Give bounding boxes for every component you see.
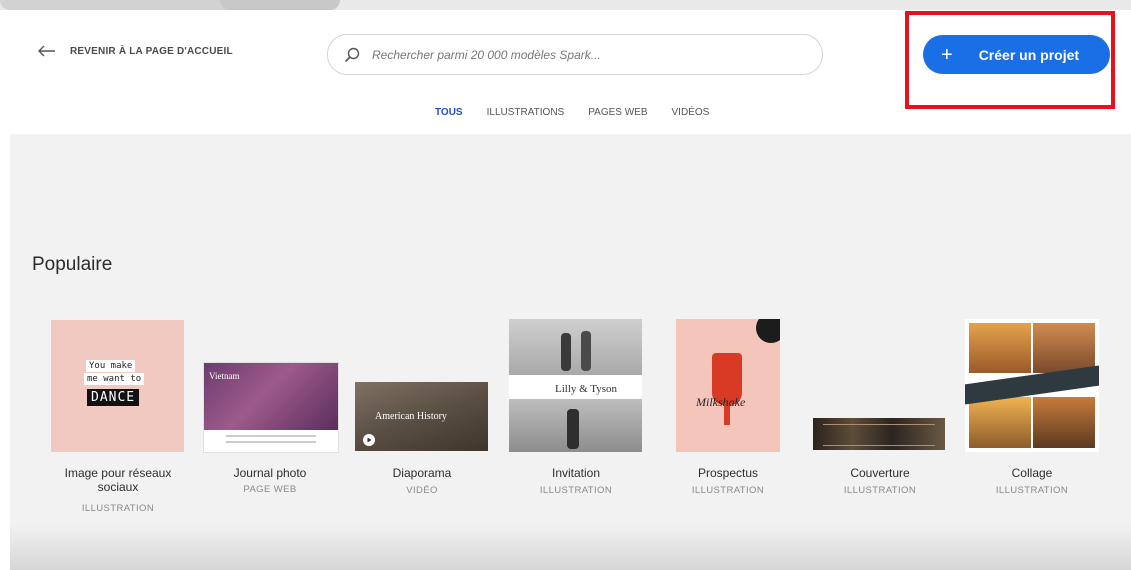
bottom-fade: [10, 524, 1131, 570]
thumb-text-line: Vietnam: [209, 371, 240, 381]
template-type: ILLUSTRATION: [81, 503, 155, 514]
template-type: PAGE WEB: [243, 484, 297, 495]
template-title: Journal photo: [233, 466, 307, 480]
back-link-label: REVENIR À LA PAGE D'ACCUEIL: [70, 45, 233, 57]
template-card-social-image[interactable]: You make me want to DANCE Image pour rés…: [50, 320, 186, 520]
template-thumbnail: Lilly & Tyson: [509, 319, 642, 452]
figure-silhouette: [561, 333, 571, 371]
template-card-invitation[interactable]: Lilly & Tyson Invitation ILLUSTRATION: [509, 319, 643, 499]
template-thumbnail: [813, 418, 945, 450]
badge-shape: [756, 319, 780, 343]
template-title: Collage: [1011, 466, 1053, 480]
browser-tab-ghost: [220, 0, 340, 10]
template-card-collage[interactable]: Collage ILLUSTRATION: [965, 319, 1099, 499]
figure-silhouette: [567, 409, 579, 449]
back-to-home-link[interactable]: REVENIR À LA PAGE D'ACCUEIL: [38, 45, 233, 57]
template-card-slideshow[interactable]: American History Diaporama VIDÉO: [355, 382, 489, 496]
search-input[interactable]: [370, 46, 794, 63]
template-thumbnail: Milkshake: [676, 319, 780, 452]
thumb-text-line: American History: [375, 411, 447, 422]
template-title: Prospectus: [697, 466, 759, 480]
template-type: ILLUSTRATION: [995, 485, 1069, 496]
collage-tile: [1033, 323, 1095, 373]
template-title: Invitation: [551, 466, 601, 480]
text-line-placeholder: [226, 441, 316, 443]
template-type: ILLUSTRATION: [843, 485, 917, 496]
template-card-flyer[interactable]: Milkshake Prospectus ILLUSTRATION: [676, 319, 784, 499]
play-icon: [363, 434, 375, 446]
collage-tile: [1033, 397, 1095, 448]
thumb-text-line: You make: [86, 360, 136, 372]
collage-tile: [969, 323, 1031, 373]
browser-tab-strip: [0, 0, 1131, 10]
template-title: Diaporama: [392, 466, 452, 480]
arrow-left-icon: [38, 45, 55, 57]
decorative-banner: [823, 424, 935, 446]
thumb-text-line: DANCE: [87, 389, 140, 406]
template-thumbnail: [965, 319, 1099, 452]
figure-silhouette: [581, 331, 591, 371]
template-type: ILLUSTRATION: [691, 485, 765, 496]
thumb-text-line: Milkshake: [696, 395, 746, 409]
template-card-cover[interactable]: Couverture ILLUSTRATION: [813, 418, 947, 498]
thumb-text-line: me want to: [84, 373, 145, 385]
template-type: VIDÉO: [406, 485, 438, 496]
template-thumbnail: You make me want to DANCE: [51, 320, 184, 452]
template-thumbnail: Vietnam: [203, 362, 339, 453]
template-thumbnail: American History: [355, 382, 488, 451]
template-title: Image pour réseaux sociaux: [64, 466, 172, 494]
search-bar[interactable]: [327, 34, 823, 75]
photo-block: [509, 319, 642, 375]
thumb-text-line: Lilly & Tyson: [555, 383, 617, 395]
template-card-photo-journal[interactable]: Vietnam Journal photo PAGE WEB: [203, 362, 339, 495]
template-title: Couverture: [850, 466, 910, 480]
annotation-highlight-box: [905, 11, 1115, 109]
browser-tab-ghost: [0, 0, 250, 10]
templates-section: Populaire You make me want to DANCE Imag…: [10, 134, 1131, 570]
section-title: Populaire: [32, 254, 113, 275]
collage-tile: [969, 397, 1031, 448]
template-type: ILLUSTRATION: [539, 485, 613, 496]
text-line-placeholder: [226, 435, 316, 437]
search-icon: [344, 47, 360, 62]
